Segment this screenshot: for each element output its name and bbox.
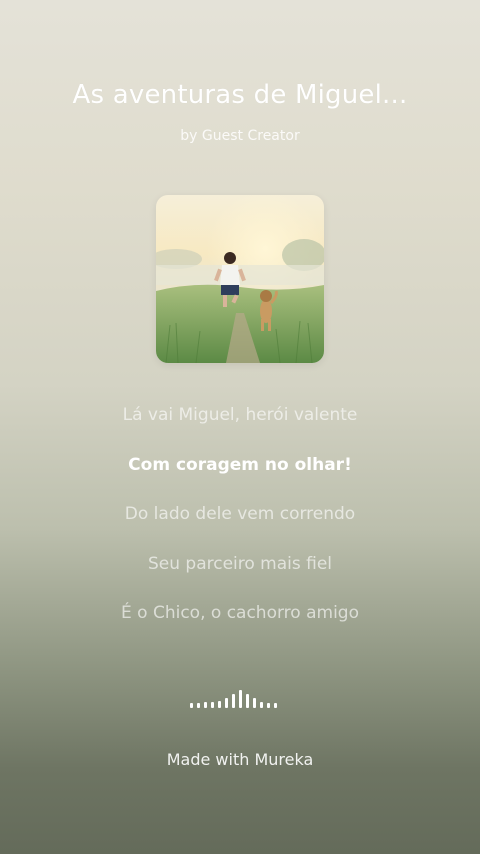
waveform-bar xyxy=(225,698,228,708)
waveform-bar xyxy=(204,702,207,708)
waveform-bar xyxy=(239,690,242,708)
waveform-bar xyxy=(267,703,270,708)
waveform-bar xyxy=(218,701,221,708)
made-with-credit: Made with Mureka xyxy=(166,750,314,769)
waveform-bar xyxy=(246,694,249,708)
lyrics-list: Lá vai Miguel, herói valente Com coragem… xyxy=(0,400,480,648)
waveform-bar xyxy=(197,703,200,708)
album-cover-image xyxy=(156,195,324,363)
lyric-line[interactable]: É o Chico, o cachorro amigo xyxy=(0,598,480,648)
cover-illustration xyxy=(156,195,324,363)
creator-byline: by Guest Creator xyxy=(180,128,300,144)
waveform-bar xyxy=(211,702,214,708)
lyric-line[interactable]: Seu parceiro mais fiel xyxy=(0,549,480,599)
lyric-line-active[interactable]: Com coragem no olhar! xyxy=(0,450,480,500)
waveform-bar xyxy=(274,703,277,708)
lyric-line[interactable]: Lá vai Miguel, herói valente xyxy=(0,400,480,450)
waveform-bar xyxy=(253,698,256,708)
waveform-bar xyxy=(190,703,193,708)
song-title: As aventuras de Miguel... xyxy=(72,80,408,110)
audio-waveform-icon xyxy=(190,690,290,708)
waveform-bar xyxy=(232,694,235,708)
lyric-line[interactable]: Do lado dele vem correndo xyxy=(0,499,480,549)
waveform-bar xyxy=(260,702,263,708)
